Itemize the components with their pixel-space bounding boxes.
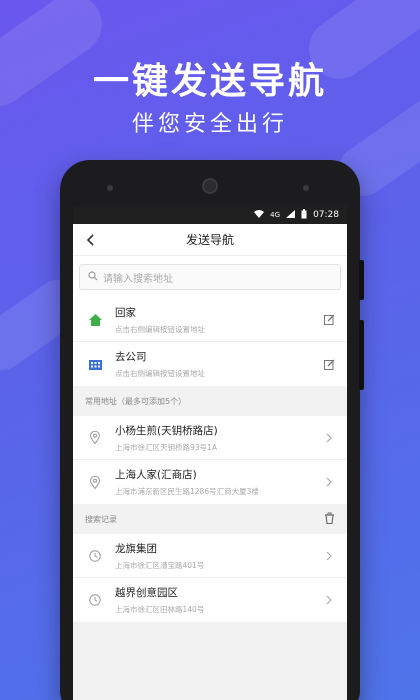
shortcut-label: 回家 (115, 306, 136, 319)
status-time: 07:28 (313, 210, 339, 220)
status-bar: 4G 07:28 (73, 206, 347, 224)
place-name: 越界创意园区 (115, 587, 178, 599)
shortcut-hint: 点击右侧编辑按钮设置地址 (115, 324, 205, 334)
promo-subline: 伴您安全出行 (131, 112, 288, 137)
place-address: 上海市浦东新区民生路1286号汇商大厦3楼 (115, 487, 259, 496)
frequent-header-label: 常用地址（最多可添加5个） (85, 396, 187, 406)
place-name: 龙旗集团 (115, 542, 157, 555)
nav-bar: 发送导航 (73, 224, 347, 256)
chevron-left-icon (86, 234, 94, 246)
phone-camera (202, 178, 218, 194)
edit-icon[interactable] (321, 314, 337, 325)
app-screen: 4G 07:28 发送导航 请输入搜索地址 回家 点击右侧编辑按钮设置地址 去公… (73, 206, 347, 700)
shortcut-hint: 点击右侧编辑按钮设置地址 (115, 369, 205, 378)
list-item[interactable]: 上海人家(汇商店) 上海市浦东新区民生路1286号汇商大厦3楼 (73, 460, 347, 504)
building-icon (85, 358, 105, 370)
phone-side-button (359, 320, 364, 390)
place-name: 小杨生煎(天钥桥路店) (115, 424, 218, 437)
history-list: 龙旗集团 上海市徐汇区漕宝路401号 越界创意园区 上海市徐汇区田林路140号 (73, 534, 347, 622)
chevron-right-icon (321, 477, 337, 487)
chevron-right-icon (321, 595, 337, 605)
edit-icon[interactable] (321, 359, 337, 370)
list-item[interactable]: 小杨生煎(天钥桥路店) 上海市徐汇区天钥桥路93号1A (73, 416, 347, 460)
page-title: 发送导航 (185, 233, 234, 247)
history-section-header: 搜索记录 (73, 504, 347, 534)
list-item[interactable]: 龙旗集团 上海市徐汇区漕宝路401号 (73, 534, 347, 578)
chevron-right-icon (321, 433, 337, 443)
location-pin-icon (85, 475, 105, 489)
shortcut-home[interactable]: 回家 点击右侧编辑按钮设置地址 (73, 298, 347, 342)
location-pin-icon (85, 431, 105, 444)
back-button[interactable] (81, 230, 101, 250)
wifi-icon (254, 209, 265, 221)
place-address: 上海市徐汇区漕宝路401号 (115, 560, 205, 570)
frequent-section-header: 常用地址（最多可添加5个） (73, 386, 347, 416)
phone-sensor (107, 185, 113, 191)
place-address: 上海市徐汇区天钥桥路93号1A (115, 442, 217, 452)
search-icon (88, 270, 98, 284)
trash-icon[interactable] (324, 512, 335, 526)
search-placeholder: 请输入搜索地址 (103, 273, 173, 285)
place-name: 上海人家(汇商店) (115, 469, 197, 481)
signal-icon (286, 209, 296, 221)
phone-side-button (359, 260, 364, 300)
place-address: 上海市徐汇区田林路140号 (115, 605, 205, 614)
list-item[interactable]: 越界创意园区 上海市徐汇区田林路140号 (73, 578, 347, 622)
shortcut-company[interactable]: 去公司 点击右侧编辑按钮设置地址 (73, 342, 347, 386)
promo-headline: 一键发送导航 (92, 61, 327, 102)
history-header-label: 搜索记录 (85, 514, 117, 524)
home-icon (85, 313, 105, 326)
battery-icon (301, 208, 307, 222)
search-container: 请输入搜索地址 (73, 256, 347, 298)
clock-icon (85, 594, 105, 606)
shortcut-list: 回家 点击右侧编辑按钮设置地址 去公司 点击右侧编辑按钮设置地址 (73, 298, 347, 386)
clock-icon (85, 549, 105, 562)
frequent-list: 小杨生煎(天钥桥路店) 上海市徐汇区天钥桥路93号1A 上海人家(汇商店) 上海… (73, 416, 347, 504)
chevron-right-icon (321, 551, 337, 561)
shortcut-label: 去公司 (115, 351, 147, 363)
phone-sensor (303, 185, 309, 191)
network-label: 4G (270, 211, 281, 219)
search-input[interactable]: 请输入搜索地址 (79, 264, 341, 290)
